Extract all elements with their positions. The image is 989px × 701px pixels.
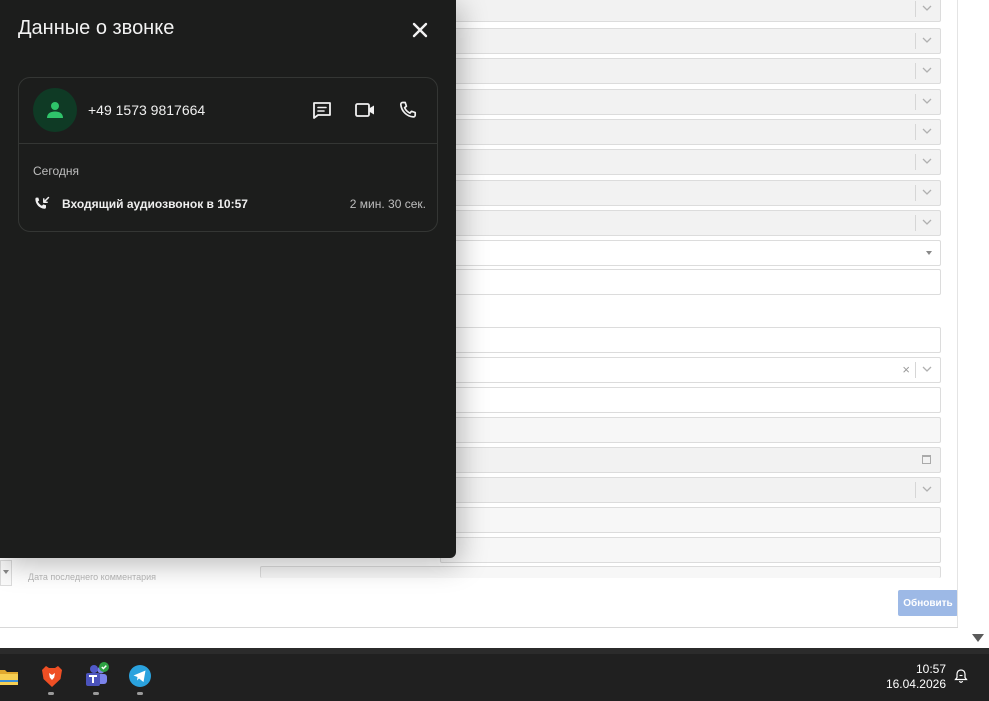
avatar (33, 88, 77, 132)
taskbar-telegram[interactable] (126, 662, 154, 690)
form-select-7[interactable] (440, 180, 941, 206)
form-text-input-7[interactable] (260, 566, 941, 578)
screen: × Дата последнего комментария Обновить Д… (0, 0, 989, 701)
scroll-down-arrow-icon[interactable] (972, 634, 984, 642)
form-text-input-2[interactable] (440, 327, 941, 353)
form-select-8[interactable] (440, 210, 941, 236)
form-select-1[interactable] (440, 0, 941, 22)
horizontal-scroll-area (0, 628, 958, 650)
form-text-input-1[interactable] (440, 269, 941, 295)
form-dropdown[interactable] (440, 240, 941, 266)
form-date-input[interactable] (440, 447, 941, 473)
contact-phone-number: +49 1573 9817664 (88, 102, 206, 118)
contact-card: +49 1573 9817664 Сегодня Входящий аудиоз… (18, 77, 438, 232)
teams-icon (86, 662, 109, 686)
taskbar-file-explorer[interactable] (0, 662, 22, 690)
form-select-2[interactable] (440, 28, 941, 54)
caret-down-icon (3, 570, 9, 574)
notification-button[interactable] (953, 668, 969, 684)
message-icon (313, 102, 331, 119)
form-select-6[interactable] (440, 149, 941, 175)
scrollbar[interactable] (958, 0, 989, 650)
clock-date: 16.04.2026 (885, 677, 946, 691)
video-call-icon (355, 103, 374, 117)
form-text-input-4[interactable] (440, 417, 941, 443)
audio-call-button[interactable] (396, 98, 420, 122)
message-button[interactable] (310, 98, 334, 122)
taskbar-clock[interactable]: 10:57 16.04.2026 (886, 662, 946, 692)
taskbar-teams[interactable] (82, 662, 110, 690)
call-details-panel: Данные о звонке +49 1573 9817664 Сегодня… (0, 0, 456, 558)
app-running-indicator (48, 692, 54, 695)
update-button[interactable]: Обновить (898, 590, 958, 616)
form-select-3[interactable] (440, 58, 941, 84)
card-divider (19, 143, 437, 144)
taskbar: 10:57 16.04.2026 (0, 654, 989, 701)
clock-time: 10:57 (915, 662, 946, 676)
close-button[interactable] (408, 18, 432, 42)
form-text-input-3[interactable] (440, 387, 941, 413)
history-day-label: Сегодня (33, 164, 79, 178)
panel-title: Данные о звонке (18, 17, 175, 39)
file-explorer-icon (0, 670, 18, 685)
app-running-indicator (93, 692, 99, 695)
close-icon (412, 22, 428, 38)
app-running-indicator (137, 692, 143, 695)
form-select-9[interactable] (440, 477, 941, 503)
incoming-call-icon (33, 195, 51, 213)
person-icon (47, 102, 63, 118)
notification-bell-icon (954, 669, 968, 683)
video-call-button[interactable] (353, 98, 377, 122)
form-text-input-6[interactable] (440, 537, 941, 563)
telegram-icon (129, 665, 151, 687)
form-text-input-5[interactable] (440, 507, 941, 533)
brave-browser-icon (42, 666, 62, 687)
phone-icon (399, 101, 417, 118)
obscured-field-label: Дата последнего комментария (28, 572, 157, 582)
form-select-5[interactable] (440, 119, 941, 145)
taskbar-brave[interactable] (38, 662, 66, 690)
call-duration: 2 мин. 30 сек. (349, 197, 426, 211)
calendar-icon (922, 455, 931, 464)
form-clearable-select[interactable]: × (440, 357, 941, 383)
call-description: Входящий аудиозвонок в 10:57 (62, 197, 248, 211)
form-select-4[interactable] (440, 89, 941, 115)
